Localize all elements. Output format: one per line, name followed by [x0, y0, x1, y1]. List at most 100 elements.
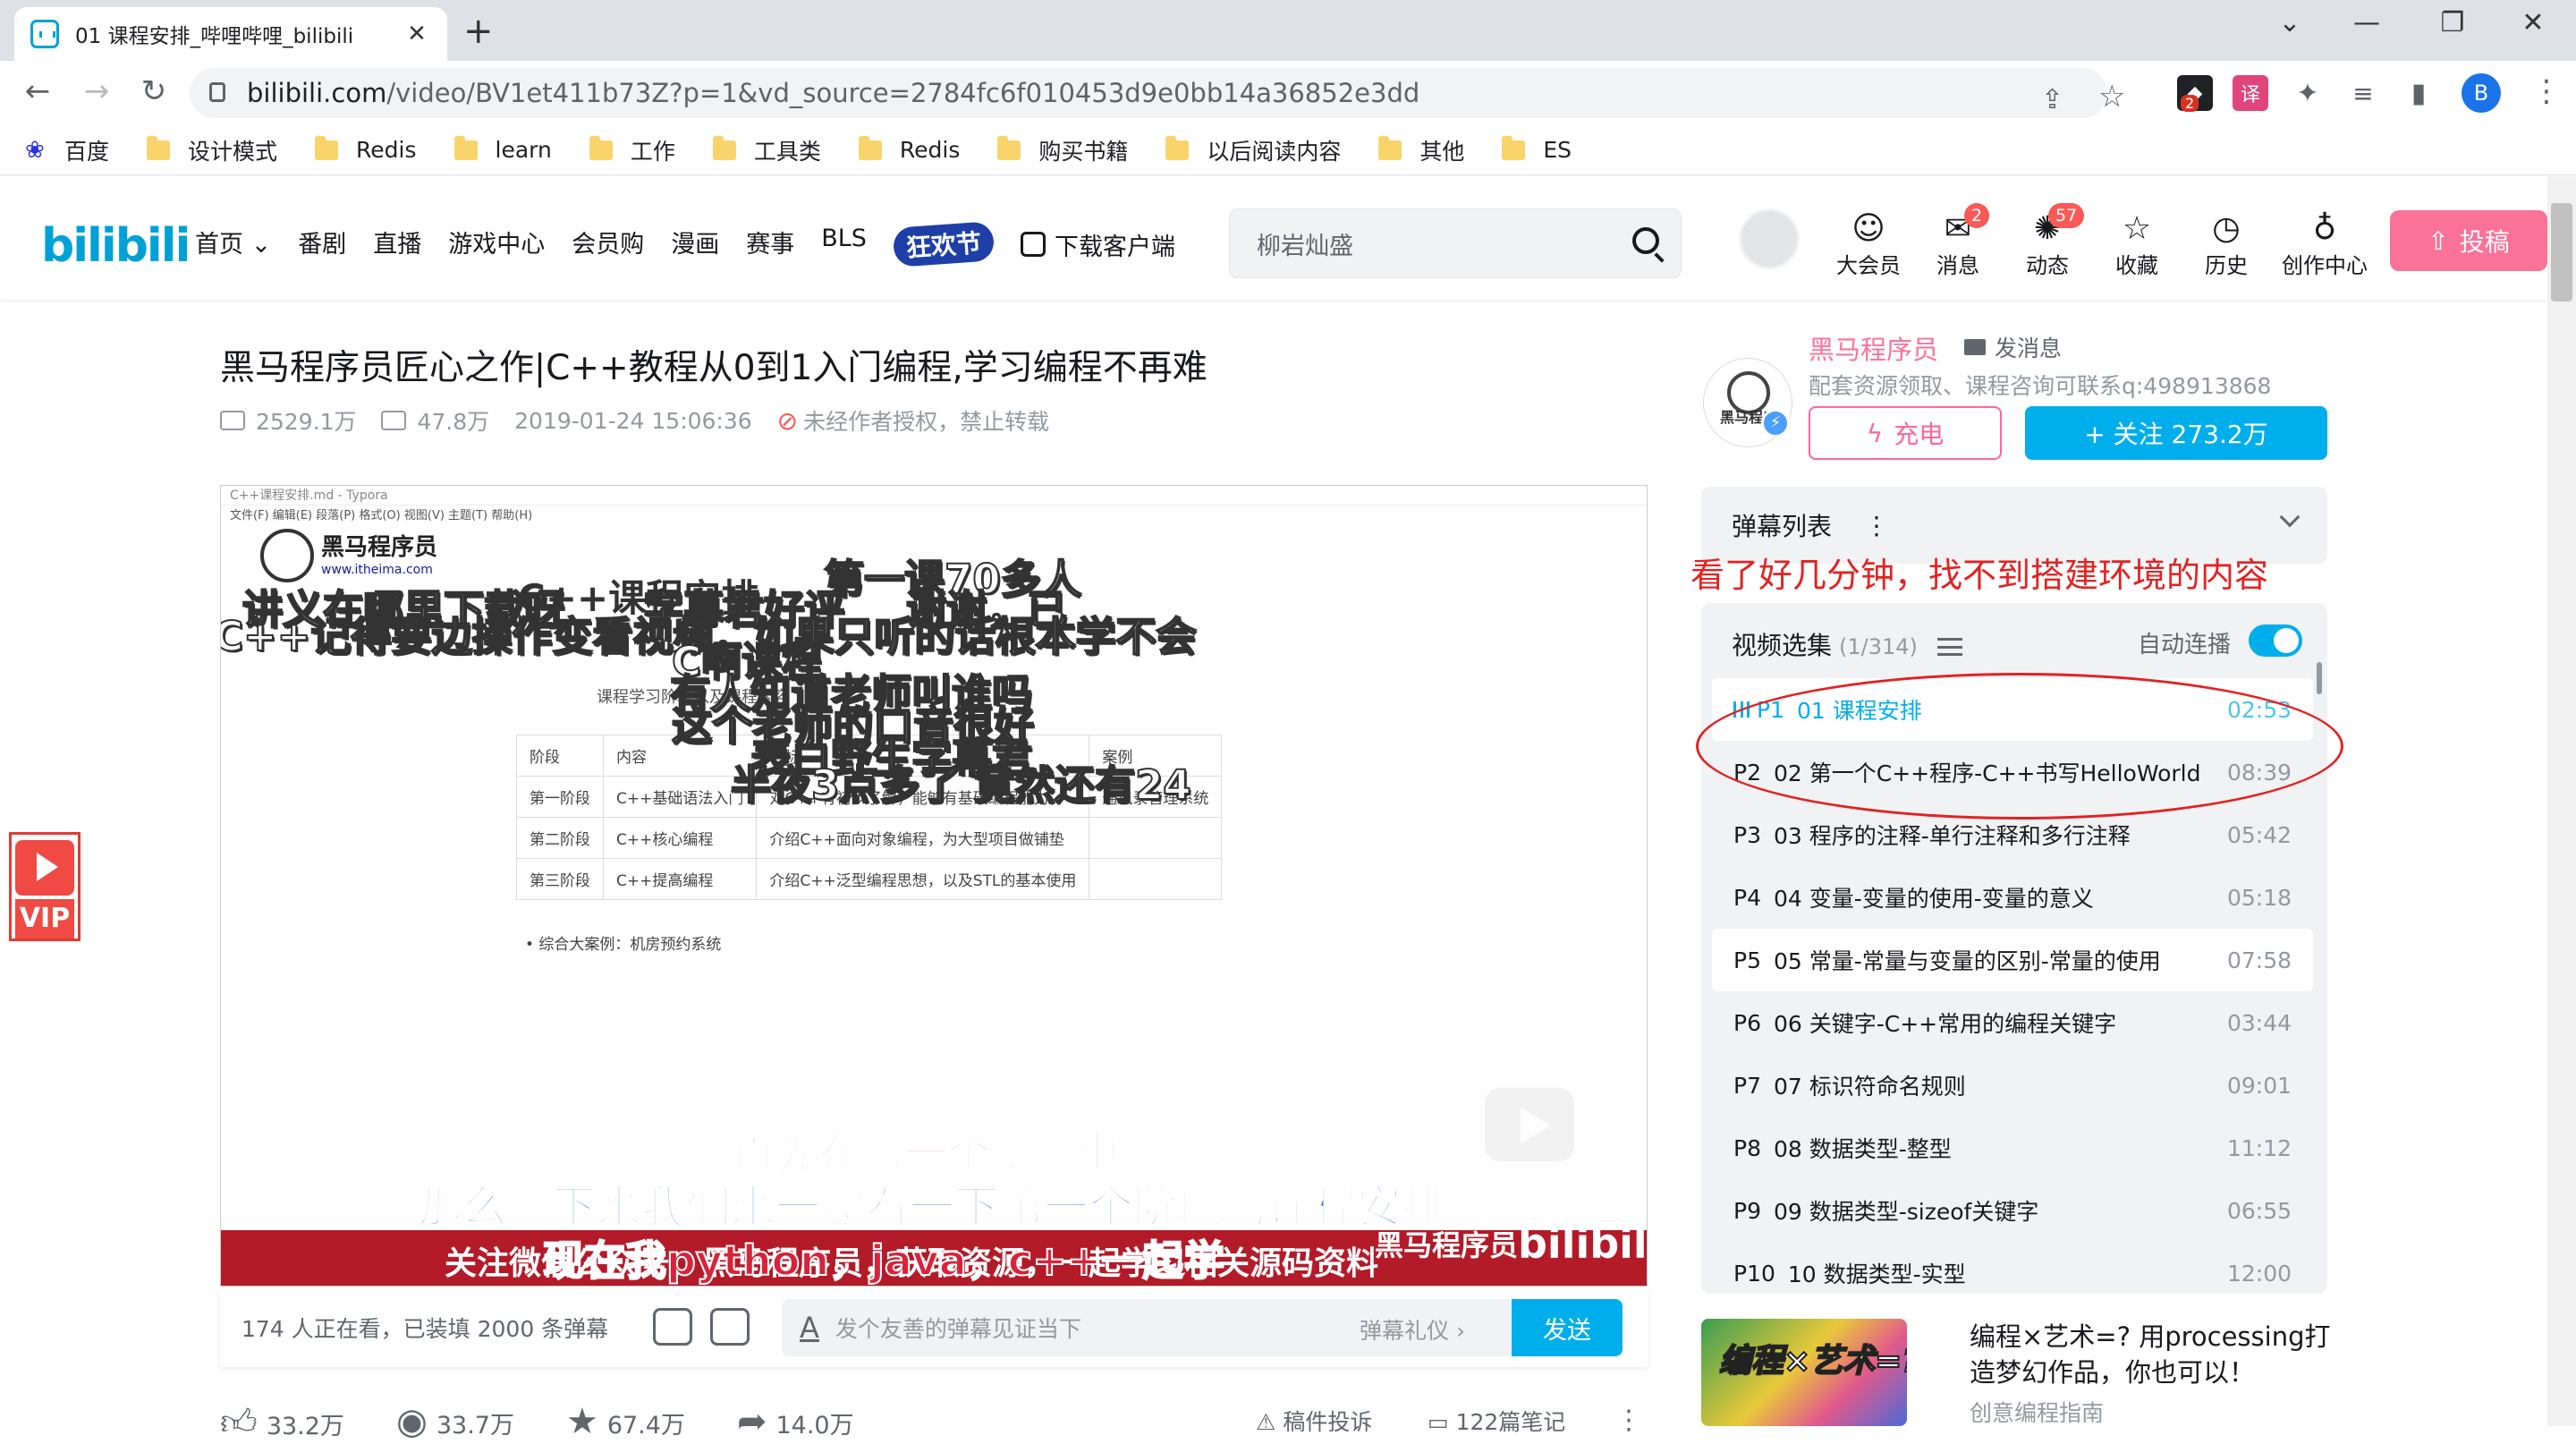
- chevron-down-icon[interactable]: [2279, 506, 2301, 528]
- search-input[interactable]: 柳岩灿盛: [1229, 208, 1682, 278]
- upload-button[interactable]: ⇧ 投稿: [2390, 210, 2547, 271]
- search-icon[interactable]: [1632, 227, 1659, 254]
- puzzle-icon[interactable]: ✦: [2290, 75, 2326, 111]
- bilibili-logo[interactable]: bilibili: [41, 219, 191, 273]
- play-button-icon[interactable]: [1480, 1083, 1579, 1166]
- danmaku-etiquette-link[interactable]: 弹幕礼仪 ›: [1360, 1313, 1465, 1346]
- bilibili-favicon-icon: [30, 20, 59, 48]
- bookmark-folder[interactable]: 以后阅读内容: [1165, 134, 1341, 166]
- bookmark-folder[interactable]: 购买书籍: [997, 134, 1128, 166]
- list-item[interactable]: P10 10 数据类型-实型 12:00: [1712, 1242, 2313, 1294]
- favorite-button[interactable]: ★ 67.4万: [566, 1401, 685, 1444]
- browser-tab[interactable]: 01 课程安排_哔哩哔哩_bilibili ✕: [14, 7, 447, 61]
- send-message-link[interactable]: 发消息: [1964, 331, 2062, 363]
- list-item[interactable]: P7 07 标识符命名规则 09:01: [1712, 1054, 2313, 1117]
- list-item[interactable]: P6 06 关键字-C++常用的编程关键字 03:44: [1712, 991, 2313, 1054]
- bookmark-folder[interactable]: Redis: [315, 135, 417, 163]
- close-window-icon[interactable]: ✕: [2506, 7, 2560, 38]
- address-bar[interactable]: bilibili.com/video/BV1et411b73Z?p=1&vd_s…: [190, 68, 2125, 118]
- like-button[interactable]: 👍︎ 33.2万: [220, 1401, 344, 1444]
- more-icon[interactable]: ⋮: [1615, 1405, 1642, 1436]
- typora-menu: 文件(F) 编辑(E) 段落(P) 格式(O) 视图(V) 主题(T) 帮助(H…: [230, 509, 533, 522]
- kebab-menu-icon[interactable]: ⋮: [1864, 511, 1889, 540]
- nav-mall[interactable]: 会员购: [572, 225, 644, 264]
- nav-game-center[interactable]: 游戏中心: [448, 225, 545, 264]
- list-item[interactable]: P8 08 数据类型-整型 11:12: [1712, 1117, 2313, 1179]
- publish-date: 2019-01-24 15:06:36: [514, 407, 752, 434]
- danmaku-settings-icon[interactable]: [710, 1308, 750, 1346]
- download-client-link[interactable]: 下载客户端: [1020, 225, 1175, 264]
- restore-icon[interactable]: ❐: [2426, 7, 2479, 38]
- charge-button[interactable]: ϟ 充电: [1809, 406, 2002, 460]
- nav-bls[interactable]: BLS: [821, 225, 867, 264]
- back-icon[interactable]: ←: [18, 73, 57, 109]
- user-avatar[interactable]: [1739, 208, 1800, 269]
- bookmark-folder[interactable]: 工具类: [712, 134, 821, 166]
- minimize-icon[interactable]: —: [2340, 7, 2394, 38]
- list-item[interactable]: P5 05 常量-常量与变量的区别-常量的使用 07:58: [1712, 929, 2313, 991]
- side-panel-icon[interactable]: ▮: [2401, 75, 2436, 111]
- recommend-author[interactable]: 创意编程指南: [1970, 1396, 2104, 1428]
- danmaku-style-icon[interactable]: A: [800, 1311, 819, 1345]
- list-view-icon[interactable]: [1936, 638, 1962, 656]
- notes-icon: ▭: [1428, 1409, 1456, 1435]
- browser-menu-icon[interactable]: ⋮: [2531, 73, 2562, 109]
- baidu-paw-icon: ❀: [25, 136, 45, 164]
- send-danmaku-button[interactable]: 发送: [1512, 1299, 1623, 1356]
- bookmark-folder[interactable]: learn: [453, 135, 552, 163]
- itheima-logo: 黑马程序员 www.itheima.com: [260, 529, 437, 582]
- nav-manga[interactable]: 漫画: [671, 225, 719, 264]
- page-scrollbar-thumb[interactable]: [2551, 203, 2572, 302]
- translate-extension-icon[interactable]: 译: [2233, 75, 2268, 111]
- coin-button[interactable]: ◉ 33.7万: [396, 1401, 514, 1444]
- header-creator-center[interactable]: ♁ 创作中心: [2275, 210, 2374, 279]
- follow-button[interactable]: + 关注 273.2万: [2025, 406, 2327, 460]
- uploader-avatar[interactable]: 黑马程序 ⚡: [1703, 358, 1792, 447]
- profile-avatar[interactable]: B: [2462, 73, 2501, 113]
- danmaku-input[interactable]: A 发个友善的弹幕见证当下 弹幕礼仪 › 发送: [782, 1299, 1623, 1356]
- bookmark-folder[interactable]: 设计模式: [147, 134, 277, 166]
- media-icon[interactable]: ≡: [2345, 75, 2381, 111]
- vip-float-badge[interactable]: VIP: [9, 832, 80, 941]
- bookmark-folder[interactable]: ES: [1502, 135, 1572, 163]
- typora-title: C++课程安排.md - Typora: [221, 486, 1647, 505]
- doc-bullet: • 综合大案例：机房预约系统: [525, 936, 722, 954]
- nav-home[interactable]: 首页 ⌄: [195, 225, 271, 264]
- tab-search-icon[interactable]: ⌄: [2263, 7, 2317, 38]
- share-icon[interactable]: ⇪: [2041, 84, 2063, 115]
- report-link[interactable]: ⚠ 稿件投诉: [1256, 1405, 1372, 1437]
- danmaku-toggle-icon[interactable]: [653, 1308, 692, 1346]
- header-dynamics[interactable]: ✺ 动态 57: [2007, 203, 2088, 279]
- header-messages[interactable]: ✉ 消息 2: [1918, 203, 1998, 279]
- new-tab-button[interactable]: +: [463, 11, 494, 52]
- nav-live[interactable]: 直播: [373, 225, 421, 264]
- bookmark-folder[interactable]: 其他: [1378, 134, 1464, 166]
- tab-close-icon[interactable]: ✕: [402, 21, 431, 47]
- bookmark-baidu[interactable]: ❀ 百度: [25, 134, 109, 166]
- recommend-title[interactable]: 编程×艺术=? 用processing打造梦幻作品，你也可以！: [1970, 1319, 2336, 1390]
- autoplay-toggle[interactable]: [2249, 624, 2302, 657]
- bookmark-folder[interactable]: Redis: [858, 135, 960, 163]
- header-vip[interactable]: ☺ 大会员: [1828, 210, 1909, 279]
- episode-scrollbar[interactable]: [2317, 662, 2322, 694]
- festival-banner[interactable]: 狂欢节: [892, 221, 996, 268]
- nav-anime[interactable]: 番剧: [298, 225, 346, 264]
- share-button[interactable]: ➦ 14.0万: [737, 1401, 854, 1444]
- uploader-name[interactable]: 黑马程序员: [1809, 329, 1938, 367]
- list-item[interactable]: P4 04 变量-变量的使用-变量的意义 05:18: [1712, 866, 2313, 929]
- bookmark-star-icon[interactable]: ☆: [2098, 79, 2125, 115]
- recommend-thumbnail[interactable]: 编程×艺术=?: [1701, 1319, 1907, 1426]
- no-repost-icon: ⊘: [776, 405, 799, 436]
- notes-link[interactable]: ▭ 122篇笔记: [1428, 1405, 1565, 1437]
- nav-esports[interactable]: 赛事: [746, 225, 794, 264]
- favorites-star-icon: ☆: [2122, 210, 2152, 247]
- header-history[interactable]: ◷ 历史: [2186, 210, 2267, 279]
- danmaku-comment-red: 现在我python，java，c++一起学: [542, 1236, 1225, 1286]
- reload-icon[interactable]: ↻: [134, 73, 174, 109]
- video-player[interactable]: C++课程安排.md - Typora 文件(F) 编辑(E) 段落(P) 格式…: [220, 485, 1648, 1287]
- header-favorites[interactable]: ☆ 收藏: [2097, 210, 2177, 279]
- list-item[interactable]: P9 09 数据类型-sizeof关键字 06:55: [1712, 1179, 2313, 1242]
- forward-icon[interactable]: →: [77, 73, 116, 109]
- page-scrollbar[interactable]: [2547, 176, 2576, 1426]
- bookmark-folder[interactable]: 工作: [589, 134, 675, 166]
